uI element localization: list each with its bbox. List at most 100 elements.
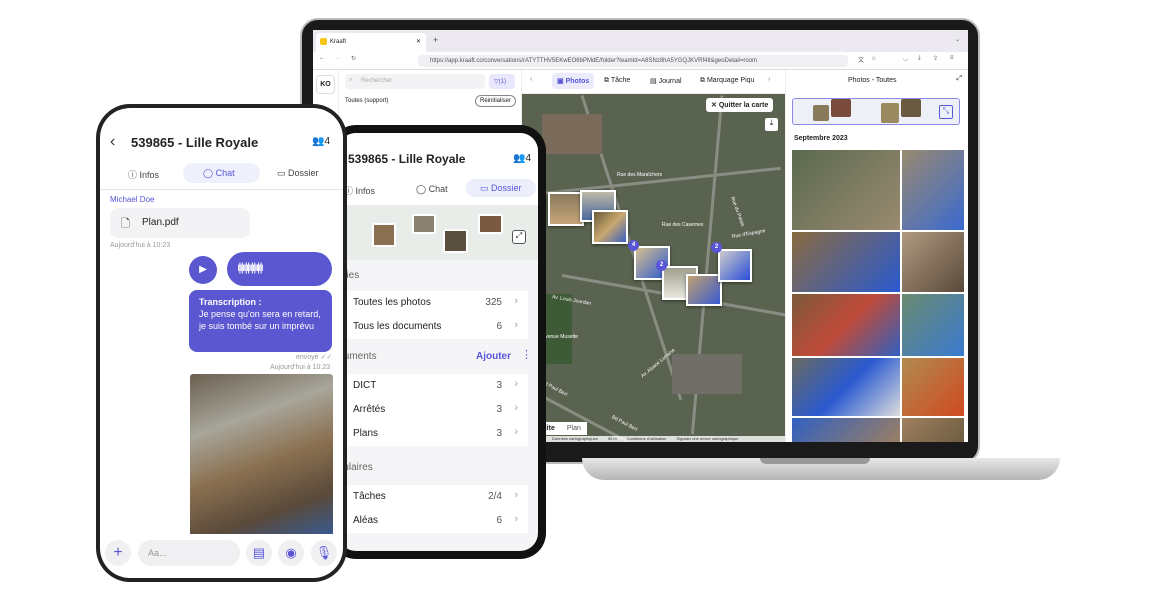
tab-chat[interactable]: ◯ Chat (416, 184, 448, 195)
page-title: 539865 - Lille Royale (348, 152, 466, 166)
cluster-count-badge[interactable]: 4 (628, 240, 639, 251)
avatar[interactable]: KO (316, 75, 335, 94)
forward-icon[interactable]: → (335, 55, 341, 61)
photo-thumbnail[interactable] (902, 294, 964, 356)
chevron-right-icon: › (514, 426, 518, 438)
members-button[interactable]: 👥4 (513, 153, 531, 164)
list-item[interactable]: DICT 3 › (338, 374, 528, 398)
back-icon[interactable]: ‹ (110, 133, 115, 151)
close-tab-icon[interactable]: ✕ (416, 38, 421, 45)
chevron-down-icon[interactable]: ⌄ (955, 36, 960, 43)
tab-infos[interactable]: ⓘ Infos (344, 184, 375, 197)
map-thumb (901, 99, 921, 117)
tab-label: Chat (215, 168, 235, 178)
photo-thumbnail[interactable] (792, 418, 900, 442)
tab-dossier[interactable]: ▭ Dossier (277, 168, 319, 179)
page-title: 539865 - Lille Royale (131, 135, 259, 150)
reload-icon[interactable]: ↻ (351, 55, 356, 62)
list-item[interactable]: Plans 3 › (338, 422, 528, 446)
tabs-next-icon[interactable]: › (768, 76, 770, 83)
map-photo-marker[interactable] (592, 210, 628, 244)
item-label: Aléas (353, 515, 379, 526)
mini-map[interactable]: ⤡ (792, 98, 960, 125)
list-item[interactable]: Arrêtés 3 › (338, 398, 528, 422)
file-attachment[interactable]: 🗋 Plan.pdf (110, 208, 250, 238)
url-input[interactable]: https://app.kraaft.co/conversations/rATY… (418, 55, 848, 67)
quit-map-button[interactable]: ✕ Quitter la carte (706, 98, 774, 112)
photo-thumbnail[interactable] (792, 294, 900, 356)
tab-chat[interactable]: ◯ Chat (183, 163, 260, 183)
list-item[interactable]: Toutes les photos 325 › (338, 291, 528, 315)
audio-waveform[interactable]: ı|ı|ıı|ı|ıı|ı|ıı|ı|ı (227, 252, 332, 286)
camera-icon[interactable]: ◉ (278, 540, 304, 566)
chevron-right-icon: › (514, 295, 518, 307)
cluster-count-badge[interactable]: 2 (711, 242, 722, 253)
tab-journal[interactable]: ▤ Journal (650, 77, 682, 85)
reset-button[interactable]: Réinitialiser (475, 95, 517, 107)
item-count: 6 (496, 321, 502, 332)
panel-title: Photos - Toutes (848, 77, 897, 84)
download-map-icon[interactable]: ⤓ (765, 118, 778, 131)
tab-label: Chat (428, 184, 448, 194)
report-error-link[interactable]: Signaler une erreur cartographique (676, 436, 738, 442)
tab-tache[interactable]: ⧉ Tâche (604, 77, 630, 85)
expand-icon[interactable]: ⤢ (956, 75, 962, 83)
download-icon[interactable]: ⤓ (918, 55, 921, 62)
file-name: Plan.pdf (142, 217, 179, 228)
add-document-button[interactable]: Ajouter (476, 351, 511, 362)
message-input[interactable]: Aa... (138, 540, 240, 566)
map-scale: 50 m (607, 436, 617, 441)
tab-marquage[interactable]: ⧉ Marquage Piqu (700, 77, 754, 85)
expand-map-icon[interactable]: ⤢ (512, 230, 526, 244)
photo-thumbnail[interactable] (902, 418, 964, 442)
photo-thumbnail[interactable] (792, 358, 900, 416)
map-photo-marker[interactable] (548, 192, 584, 226)
translate-icon[interactable]: 文 (858, 55, 864, 64)
form-icon[interactable]: ▤ (246, 540, 272, 566)
add-button[interactable]: + (105, 540, 131, 566)
photo-message[interactable] (190, 374, 333, 534)
photo-thumbnail[interactable] (902, 150, 964, 230)
cluster-count-badge[interactable]: 2 (656, 260, 667, 271)
members-button[interactable]: 👥4 (312, 136, 330, 147)
microphone-icon[interactable]: 🎙 (311, 540, 337, 566)
quit-map-label: Quitter la carte (718, 102, 769, 109)
share-icon[interactable]: ⇪ (933, 55, 938, 62)
members-count: 4 (324, 136, 331, 147)
browser-tab[interactable]: Kraaft ✕ (316, 33, 426, 52)
menu-icon[interactable]: ≡ (950, 55, 954, 61)
sender-name: Michael Doe (110, 195, 155, 204)
tabs-prev-icon[interactable]: ‹ (530, 76, 532, 83)
list-item[interactable]: Tous les documents 6 › (338, 315, 528, 339)
terms-link[interactable]: Conditions d'utilisation (627, 436, 667, 442)
play-audio-button[interactable]: ▶ (189, 256, 217, 284)
phone-screen: ‹ 539865 - Lille Royale 👥4 ⓘ Infos ◯ Cha… (100, 108, 343, 578)
photo-thumbnail[interactable] (902, 232, 964, 292)
folder-mini-map[interactable]: ⤢ (338, 205, 538, 260)
map-thumb (831, 99, 851, 117)
map-photo-marker[interactable] (686, 274, 722, 306)
chevron-right-icon: › (514, 319, 518, 331)
photo-thumbnail[interactable] (792, 150, 900, 230)
tab-dossier[interactable]: ▭ Dossier (466, 179, 536, 197)
more-options-icon[interactable]: ⋮ (521, 348, 532, 361)
photo-thumbnail[interactable] (792, 232, 900, 292)
search-input[interactable]: ⌕ Rechercher (345, 74, 485, 89)
pocket-icon[interactable]: ◡ (903, 55, 908, 62)
plan-toggle[interactable]: Plan (561, 422, 587, 435)
photo-thumbnail[interactable] (902, 358, 964, 416)
collapse-map-icon[interactable]: ⤡ (939, 105, 953, 119)
filter-button[interactable]: ▽(1) (489, 74, 515, 89)
new-tab-icon[interactable]: + (433, 35, 438, 45)
satellite-map[interactable]: Rue des Maraîchers Rue des Casernes Rue … (522, 94, 785, 442)
list-item[interactable]: Tâches 2/4 › (338, 485, 528, 509)
divider (100, 189, 343, 190)
map-photo-marker[interactable] (718, 249, 752, 282)
tab-infos[interactable]: ⓘ Infos (128, 168, 159, 181)
list-item[interactable]: Aléas 6 › (338, 509, 528, 533)
chevron-right-icon: › (514, 402, 518, 414)
tab-label: Dossier (491, 183, 522, 193)
tab-photos[interactable]: ▣ Photos (552, 73, 595, 89)
bookmark-star-icon[interactable]: ☆ (871, 55, 876, 62)
back-icon[interactable]: ← (319, 55, 325, 61)
